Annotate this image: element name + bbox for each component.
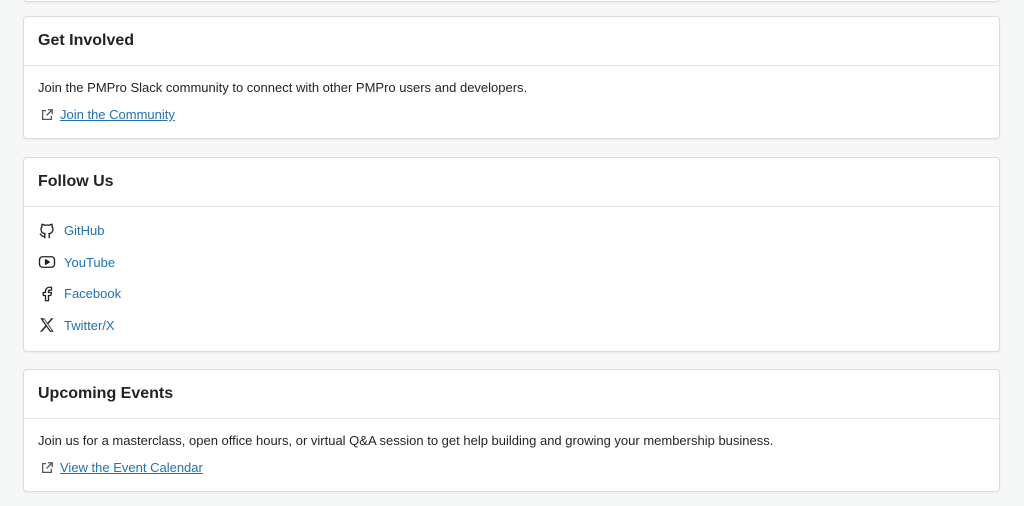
get-involved-card: Get Involved Join the PMPro Slack commun… (23, 16, 1000, 139)
previous-card-edge (23, 0, 1000, 2)
get-involved-title: Get Involved (38, 32, 135, 49)
join-community-link[interactable]: Join the Community (60, 106, 175, 124)
event-calendar-link-row: View the Event Calendar (38, 459, 985, 477)
external-link-icon (40, 108, 54, 122)
join-community-link-row: Join the Community (38, 106, 985, 124)
follow-us-header: Follow Us (24, 158, 999, 207)
get-involved-description: Join the PMPro Slack community to connec… (38, 80, 528, 95)
social-item-github: GitHub (38, 215, 985, 247)
follow-us-card: Follow Us GitHub YouTube Facebook Twitte… (23, 157, 1000, 352)
upcoming-events-description: Join us for a masterclass, open office h… (38, 433, 774, 448)
event-calendar-link[interactable]: View the Event Calendar (60, 459, 203, 477)
get-involved-header: Get Involved (24, 17, 999, 66)
follow-us-title: Follow Us (38, 173, 114, 190)
twitter-link[interactable]: Twitter/X (64, 318, 115, 333)
dashboard-widgets: Get Involved Join the PMPro Slack commun… (0, 0, 1024, 506)
x-twitter-icon (38, 316, 56, 334)
upcoming-events-card: Upcoming Events Join us for a masterclas… (23, 369, 1000, 492)
github-link[interactable]: GitHub (64, 223, 104, 238)
facebook-icon (38, 285, 56, 303)
social-links-list: GitHub YouTube Facebook Twitter/X (38, 213, 985, 341)
upcoming-events-header: Upcoming Events (24, 370, 999, 419)
facebook-link[interactable]: Facebook (64, 286, 121, 301)
youtube-link[interactable]: YouTube (64, 255, 115, 270)
social-item-facebook: Facebook (38, 278, 985, 310)
upcoming-events-title: Upcoming Events (38, 385, 174, 402)
github-icon (38, 222, 56, 240)
youtube-icon (38, 253, 56, 271)
social-item-youtube: YouTube (38, 247, 985, 279)
external-link-icon (40, 461, 54, 475)
social-item-twitter: Twitter/X (38, 310, 985, 342)
